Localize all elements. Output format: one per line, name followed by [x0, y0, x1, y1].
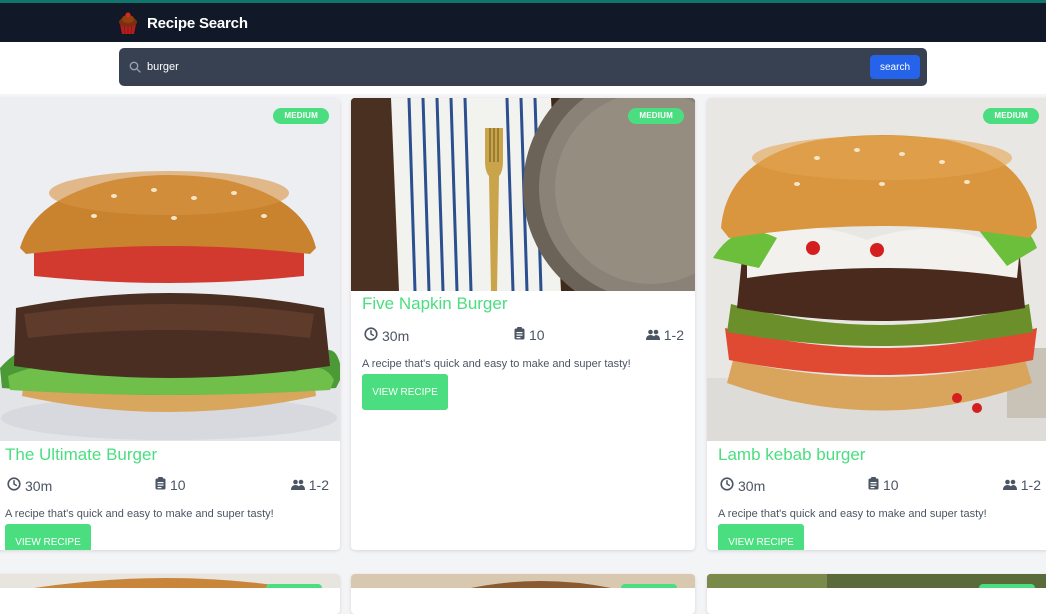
servings: 1-2	[290, 477, 329, 493]
recipe-image	[351, 98, 695, 291]
recipe-image	[0, 98, 340, 441]
clipboard-icon	[155, 477, 166, 493]
cook-time-value: 30m	[25, 477, 53, 494]
people-icon	[290, 477, 305, 493]
recipe-card[interactable]	[707, 574, 1046, 614]
search-input[interactable]	[147, 56, 847, 78]
recipe-image	[707, 98, 1046, 441]
ingredient-count: 10	[868, 477, 899, 493]
clock-icon	[364, 327, 378, 344]
recipe-stats: 30m 10 1-2	[5, 477, 329, 495]
ingredient-count-value: 10	[883, 477, 899, 493]
recipe-card[interactable]	[0, 574, 340, 614]
app-title: Recipe Search	[147, 14, 248, 32]
recipe-description: A recipe that's quick and easy to make a…	[5, 508, 274, 520]
people-icon	[645, 327, 660, 343]
navbar: Recipe Search	[0, 3, 1046, 42]
recipe-stats: 30m 10 1-2	[362, 327, 684, 345]
clipboard-icon	[514, 327, 525, 343]
recipe-description: A recipe that's quick and easy to make a…	[362, 358, 631, 370]
clipboard-icon	[868, 477, 879, 493]
cook-time-value: 30m	[738, 477, 766, 494]
cook-time: 30m	[7, 477, 52, 494]
servings-value: 1-2	[308, 477, 329, 493]
difficulty-badge: MEDIUM	[628, 108, 684, 124]
difficulty-badge: MEDIUM	[273, 108, 329, 124]
recipe-title[interactable]: Five Napkin Burger	[362, 294, 508, 314]
recipe-stats: 30m 10 1-2	[718, 477, 1041, 495]
servings-value: 1-2	[1020, 477, 1041, 493]
cupcake-icon	[117, 11, 139, 35]
ingredient-count: 10	[514, 327, 545, 343]
recipe-card[interactable]: MEDIUM The Ultimate Burger 30m 10 1-2 A …	[0, 98, 340, 550]
cook-time: 30m	[720, 477, 765, 494]
recipe-card[interactable]	[351, 574, 695, 614]
search-icon	[129, 60, 141, 78]
servings: 1-2	[1002, 477, 1041, 493]
recipe-card[interactable]: MEDIUM Five Napkin Burger 30m 10 1-2 A r…	[351, 98, 695, 550]
clock-icon	[720, 477, 734, 494]
cook-time-value: 30m	[382, 327, 410, 344]
clock-icon	[7, 477, 21, 494]
recipe-image	[351, 574, 695, 592]
servings-value: 1-2	[663, 327, 684, 343]
view-recipe-button[interactable]: VIEW RECIPE	[362, 374, 448, 410]
recipe-image	[0, 574, 340, 592]
brand[interactable]: Recipe Search	[117, 11, 248, 35]
search-button[interactable]: search	[870, 55, 920, 79]
recipe-image	[707, 574, 1046, 592]
recipe-title[interactable]: Lamb kebab burger	[718, 445, 865, 465]
recipe-card[interactable]: MEDIUM Lamb kebab burger 30m 10 1-2 A re…	[707, 98, 1046, 550]
ingredient-count: 10	[155, 477, 186, 493]
cook-time: 30m	[364, 327, 409, 344]
view-recipe-button[interactable]: VIEW RECIPE	[5, 524, 91, 550]
difficulty-badge: MEDIUM	[983, 108, 1039, 124]
people-icon	[1002, 477, 1017, 493]
search-bar: search	[119, 48, 927, 86]
recipe-title[interactable]: The Ultimate Burger	[5, 445, 157, 465]
view-recipe-button[interactable]: VIEW RECIPE	[718, 524, 804, 550]
ingredient-count-value: 10	[170, 477, 186, 493]
servings: 1-2	[645, 327, 684, 343]
ingredient-count-value: 10	[529, 327, 545, 343]
recipe-description: A recipe that's quick and easy to make a…	[718, 508, 987, 520]
